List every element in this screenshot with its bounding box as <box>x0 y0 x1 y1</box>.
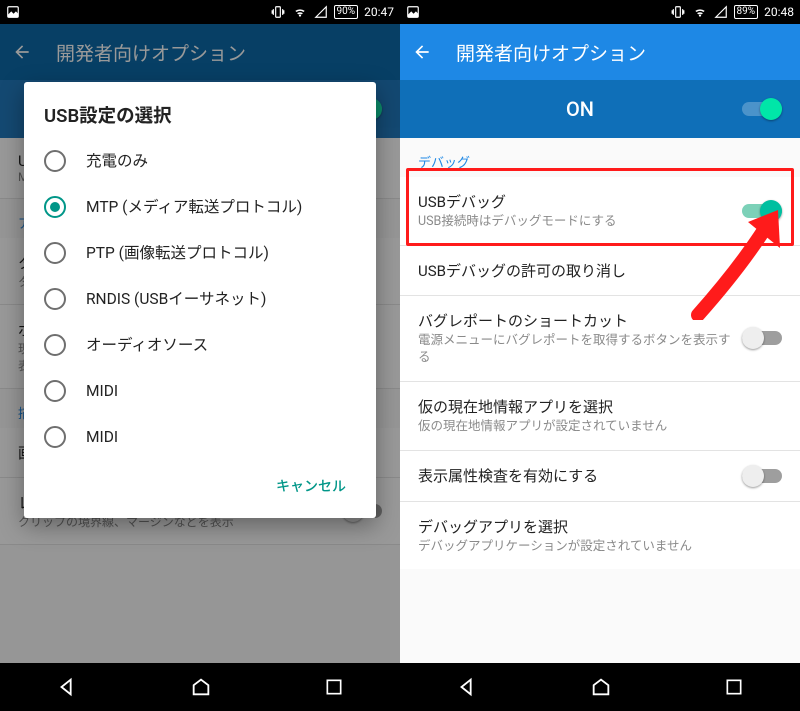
wifi-icon <box>692 5 708 19</box>
usb-debugging-toggle[interactable] <box>742 200 782 222</box>
usb-option-charge-only[interactable]: 充電のみ <box>44 138 356 184</box>
master-toggle-band[interactable]: ON <box>400 80 800 138</box>
page-title: 開発者向けオプション <box>56 39 246 66</box>
nav-back-icon[interactable] <box>56 676 78 698</box>
radio-icon <box>44 426 66 448</box>
row-subtitle: USB接続時はデバッグモードにする <box>418 214 732 231</box>
row-title: USBデバッグの許可の取り消し <box>418 260 782 281</box>
nav-recent-icon[interactable] <box>724 677 744 697</box>
nav-home-icon[interactable] <box>190 676 212 698</box>
navigation-bar <box>400 663 800 711</box>
radio-icon <box>44 196 66 218</box>
app-header: 開発者向けオプション <box>0 24 400 80</box>
page-title: 開発者向けオプション <box>456 39 646 66</box>
clock: 20:47 <box>364 5 394 19</box>
radio-icon <box>44 380 66 402</box>
usb-option-midi-2[interactable]: MIDI <box>44 414 356 460</box>
row-title: デバッグアプリを選択 <box>418 516 782 537</box>
row-subtitle: 電源メニューにバグレポートを取得するボタンを表示する <box>418 333 732 367</box>
section-debug: デバッグ <box>400 138 800 177</box>
signal-icon <box>714 5 728 19</box>
cancel-button[interactable]: キャンセル <box>266 468 356 504</box>
status-bar: 89% 20:48 <box>400 0 800 24</box>
usb-option-midi-1[interactable]: MIDI <box>44 368 356 414</box>
bugreport-toggle[interactable] <box>742 327 782 349</box>
battery-indicator: 90% <box>334 5 359 19</box>
row-title: 表示属性検査を有効にする <box>418 465 732 486</box>
row-usb-debugging[interactable]: USBデバッグ USB接続時はデバッグモードにする <box>400 177 800 246</box>
row-bugreport-shortcut[interactable]: バグレポートのショートカット 電源メニューにバグレポートを取得するボタンを表示す… <box>400 296 800 382</box>
radio-icon <box>44 334 66 356</box>
navigation-bar <box>0 663 400 711</box>
image-icon <box>406 5 420 19</box>
master-toggle-label: ON <box>418 97 742 121</box>
vibrate-icon <box>270 5 286 19</box>
master-toggle[interactable] <box>742 98 782 120</box>
viewattr-toggle[interactable] <box>742 465 782 487</box>
radio-icon <box>44 242 66 264</box>
row-select-debug-app[interactable]: デバッグアプリを選択 デバッグアプリケーションが設定されていません <box>400 502 800 570</box>
back-icon[interactable] <box>412 42 432 62</box>
nav-home-icon[interactable] <box>590 676 612 698</box>
radio-icon <box>44 288 66 310</box>
usb-option-rndis[interactable]: RNDIS (USBイーサネット) <box>44 276 356 322</box>
row-revoke-usb-auth[interactable]: USBデバッグの許可の取り消し <box>400 246 800 296</box>
status-bar: 90% 20:47 <box>0 0 400 24</box>
image-icon <box>6 5 20 19</box>
dialog-title: USB設定の選択 <box>44 102 356 128</box>
left-screenshot: 90% 20:47 開発者向けオプション ON UM ア タタ ポ現 表 描 画… <box>0 0 400 711</box>
app-header: 開発者向けオプション <box>400 24 800 80</box>
row-subtitle: 仮の現在地情報アプリが設定されていません <box>418 419 782 436</box>
right-screenshot: 89% 20:48 開発者向けオプション ON デバッグ USBデバッグ USB… <box>400 0 800 711</box>
usb-option-audio[interactable]: オーディオソース <box>44 322 356 368</box>
back-icon[interactable] <box>12 42 32 62</box>
nav-recent-icon[interactable] <box>324 677 344 697</box>
row-title: バグレポートのショートカット <box>418 310 732 331</box>
battery-indicator: 89% <box>734 5 759 19</box>
nav-back-icon[interactable] <box>456 676 478 698</box>
row-subtitle: デバッグアプリケーションが設定されていません <box>418 539 782 556</box>
wifi-icon <box>292 5 308 19</box>
usb-option-mtp[interactable]: MTP (メディア転送プロトコル) <box>44 184 356 230</box>
radio-icon <box>44 150 66 172</box>
vibrate-icon <box>670 5 686 19</box>
row-mock-location[interactable]: 仮の現在地情報アプリを選択 仮の現在地情報アプリが設定されていません <box>400 382 800 451</box>
row-view-attribute-inspection[interactable]: 表示属性検査を有効にする <box>400 451 800 502</box>
row-title: 仮の現在地情報アプリを選択 <box>418 396 782 417</box>
usb-option-ptp[interactable]: PTP (画像転送プロトコル) <box>44 230 356 276</box>
clock: 20:48 <box>764 5 794 19</box>
signal-icon <box>314 5 328 19</box>
row-title: USBデバッグ <box>418 191 732 212</box>
usb-config-dialog: USB設定の選択 充電のみ MTP (メディア転送プロトコル) PTP (画像転… <box>24 82 376 518</box>
